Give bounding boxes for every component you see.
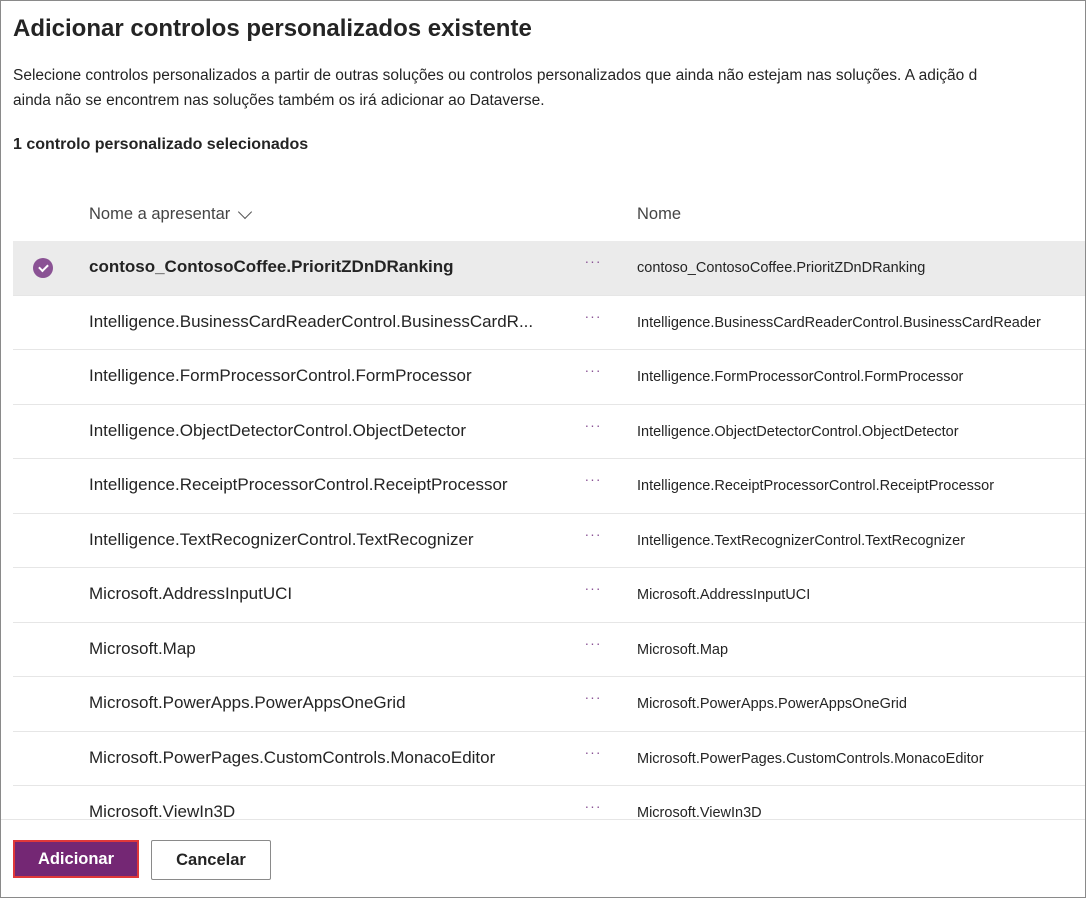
table-row[interactable]: Microsoft.Map ··· Microsoft.Map <box>13 623 1085 677</box>
table-row[interactable]: Microsoft.PowerPages.CustomControls.Mona… <box>13 732 1085 786</box>
table-row[interactable]: Microsoft.PowerApps.PowerAppsOneGrid ··· M… <box>13 677 1085 732</box>
cell-display-name: Microsoft.Map <box>89 638 196 658</box>
cell-display-name: Intelligence.TextRecognizerControl.TextR… <box>89 529 474 549</box>
selected-count: 1 controlo personalizado selecionados <box>13 136 309 153</box>
table-row[interactable]: Microsoft.AddressInputUCI ··· Microsoft.Ad… <box>13 568 1085 623</box>
cell-display-name: Intelligence.FormProcessorControl.FormPr… <box>89 366 472 385</box>
add-button[interactable]: Adicionar <box>13 840 139 878</box>
cell-name: Intelligence.BusinessCardReaderControl.B… <box>637 314 1041 331</box>
dialog-description: Selecione controlos personalizados a par… <box>13 63 1085 113</box>
cell-name: Microsoft.Map <box>637 641 729 658</box>
description-line-2: ainda não se encontrem nas soluções tamb… <box>13 92 545 109</box>
cell-name: Intelligence.FormProcessorControl.FormPr… <box>637 369 964 385</box>
cell-display-name: Microsoft.PowerPages.CustomControls.Mona… <box>89 747 496 767</box>
table-row[interactable]: contoso_ContosoCoffee.PrioritZDnDRanking… <box>13 241 1085 296</box>
cell-display-name: contoso_ContosoCoffee.PrioritZDnDRanking <box>89 257 454 276</box>
cell-name: Intelligence.TextRecognizerControl.TextR… <box>637 532 966 549</box>
checkmark-circle-icon[interactable] <box>33 258 53 278</box>
table-row[interactable]: Intelligence.ObjectDetectorControl.Objec… <box>13 405 1085 459</box>
cell-name: Microsoft.PowerApps.PowerAppsOneGrid <box>637 696 907 712</box>
table-row[interactable]: Intelligence.FormProcessorControl.FormPr… <box>13 350 1085 405</box>
more-horizontal-icon[interactable]: ··· <box>581 417 605 437</box>
cancel-button[interactable]: Cancelar <box>151 840 271 880</box>
add-custom-controls-dialog: Adicionar controlos personalizados exist… <box>0 0 1086 898</box>
table-body: contoso_ContosoCoffee.PrioritZDnDRanking… <box>13 241 1085 841</box>
cell-display-name: Intelligence.ObjectDetectorControl.Objec… <box>89 420 467 440</box>
cell-name: Intelligence.ObjectDetectorControl.Objec… <box>637 423 959 440</box>
more-horizontal-icon[interactable]: ··· <box>581 308 605 328</box>
cell-name: Intelligence.ReceiptProcessorControl.Rec… <box>637 478 995 494</box>
column-header-name: Nome <box>637 205 682 223</box>
more-horizontal-icon[interactable]: ··· <box>581 689 605 709</box>
cell-display-name: Microsoft.AddressInputUCI <box>89 584 293 603</box>
table-row[interactable]: Intelligence.ReceiptProcessorControl.Rec… <box>13 459 1085 514</box>
more-horizontal-icon[interactable]: ··· <box>581 526 605 546</box>
cell-name: contoso_ContosoCoffee.PrioritZDnDRanking <box>637 260 926 276</box>
column-header-display-name[interactable]: Nome a apresentar <box>89 204 253 224</box>
table-row[interactable]: Intelligence.BusinessCardReaderControl.B… <box>13 296 1085 350</box>
cell-name: Microsoft.AddressInputUCI <box>637 587 811 603</box>
more-horizontal-icon[interactable]: ··· <box>581 471 605 491</box>
cell-display-name: Microsoft.PowerApps.PowerAppsOneGrid <box>89 693 406 712</box>
column-header-display-name-label: Nome a apresentar <box>89 205 231 223</box>
more-horizontal-icon[interactable]: ··· <box>581 635 605 655</box>
cell-display-name: Intelligence.ReceiptProcessorControl.Rec… <box>89 475 508 494</box>
more-horizontal-icon[interactable]: ··· <box>581 362 605 382</box>
controls-table: Nome a apresentar Nome contoso_ContosoCo… <box>13 189 1085 841</box>
more-horizontal-icon[interactable]: ··· <box>581 580 605 600</box>
cell-name: Microsoft.PowerPages.CustomControls.Mona… <box>637 750 984 767</box>
more-horizontal-icon[interactable]: ··· <box>581 253 605 273</box>
dialog-footer: Adicionar Cancelar <box>1 819 1085 897</box>
table-header: Nome a apresentar Nome <box>13 189 1085 241</box>
cell-display-name: Intelligence.BusinessCardReaderControl.B… <box>89 311 534 331</box>
more-horizontal-icon[interactable]: ··· <box>581 744 605 764</box>
description-line-1: Selecione controlos personalizados a par… <box>13 67 978 84</box>
dialog-title: Adicionar controlos personalizados exist… <box>13 15 532 42</box>
table-row[interactable]: Intelligence.TextRecognizerControl.TextR… <box>13 514 1085 568</box>
chevron-down-icon[interactable] <box>238 204 253 219</box>
more-horizontal-icon[interactable]: ··· <box>581 798 605 818</box>
